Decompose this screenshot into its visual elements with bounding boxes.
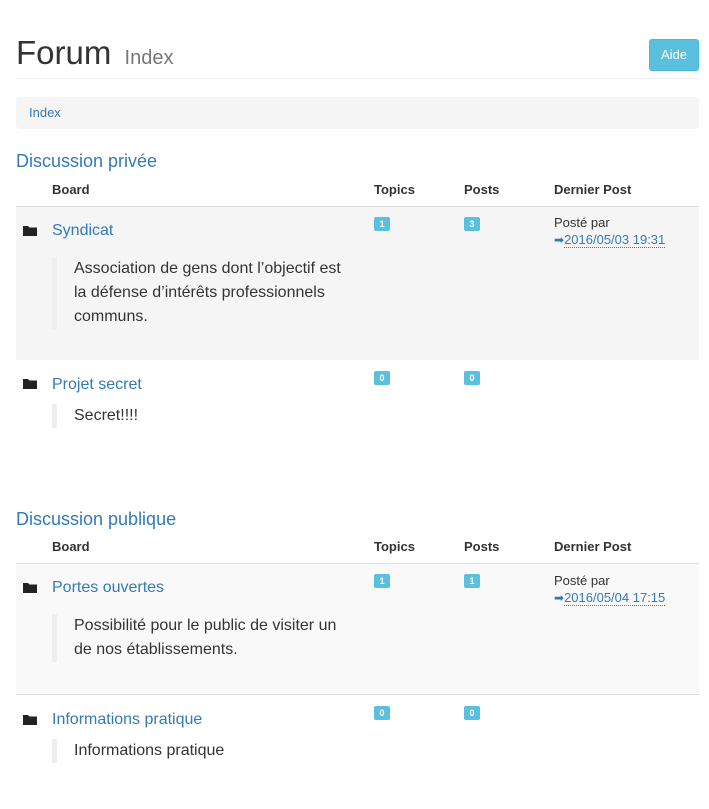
posts-count-badge: 0 (464, 706, 480, 720)
board-row: Projet secret Secret!!!! 0 0 (16, 360, 699, 460)
topics-count-badge: 0 (374, 706, 390, 720)
last-post-date-link[interactable]: 2016/05/03 19:31 (564, 232, 666, 248)
board-description: Association de gens dont l’objectif est … (52, 257, 344, 329)
page-subtitle: Index (124, 47, 174, 69)
category-title-public[interactable]: Discussion publique (16, 508, 176, 530)
last-post-prefix: Posté par (554, 573, 610, 588)
topics-count-badge: 1 (374, 217, 390, 231)
posts-count-badge: 3 (464, 217, 480, 231)
last-post-date-link[interactable]: 2016/05/04 17:15 (564, 590, 666, 606)
board-name-link[interactable]: Portes ouvertes (52, 578, 164, 598)
column-header-last-post: Dernier Post (554, 182, 632, 197)
posts-count-badge: 0 (464, 371, 480, 385)
last-post-info: Posté par ➡2016/05/04 17:15 (554, 572, 666, 607)
category-title-private[interactable]: Discussion privée (16, 150, 157, 172)
column-header-topics: Topics (374, 182, 415, 197)
topics-count-badge: 1 (374, 574, 390, 588)
board-row: Portes ouvertes Possibilité pour le publ… (16, 564, 699, 695)
column-header-posts: Posts (464, 182, 500, 197)
column-header-topics: Topics (374, 539, 415, 554)
column-header-last-post: Dernier Post (554, 539, 632, 554)
last-post-info: Posté par ➡2016/05/03 19:31 (554, 214, 666, 249)
board-row: Informations pratique Informations prati… (16, 695, 699, 795)
board-name-link[interactable]: Syndicat (52, 221, 113, 241)
folder-icon (23, 379, 37, 389)
column-header-board: Board (52, 539, 90, 554)
folder-icon (23, 715, 37, 725)
board-name-link[interactable]: Projet secret (52, 375, 142, 395)
breadcrumb: Index (16, 97, 699, 129)
column-header-board: Board (52, 182, 90, 197)
page-title-text: Forum (16, 34, 112, 71)
board-name-link[interactable]: Informations pratique (52, 710, 202, 730)
last-post-prefix: Posté par (554, 215, 610, 230)
page-title: Forum Index (16, 34, 173, 77)
board-description: Informations pratique (52, 739, 344, 763)
topics-count-badge: 0 (374, 371, 390, 385)
board-description: Possibilité pour le public de visiter un… (52, 614, 344, 662)
arrow-right-icon: ➡ (554, 233, 565, 247)
breadcrumb-item-index[interactable]: Index (29, 105, 61, 120)
folder-icon (23, 583, 37, 593)
help-button[interactable]: Aide (649, 39, 699, 71)
column-header-posts: Posts (464, 539, 500, 554)
folder-icon (23, 226, 37, 236)
board-row: Syndicat Association de gens dont l’obje… (16, 207, 699, 360)
page-header: Forum Index Aide (16, 34, 699, 79)
board-description: Secret!!!! (52, 404, 344, 428)
arrow-right-icon: ➡ (554, 591, 565, 605)
posts-count-badge: 1 (464, 574, 480, 588)
